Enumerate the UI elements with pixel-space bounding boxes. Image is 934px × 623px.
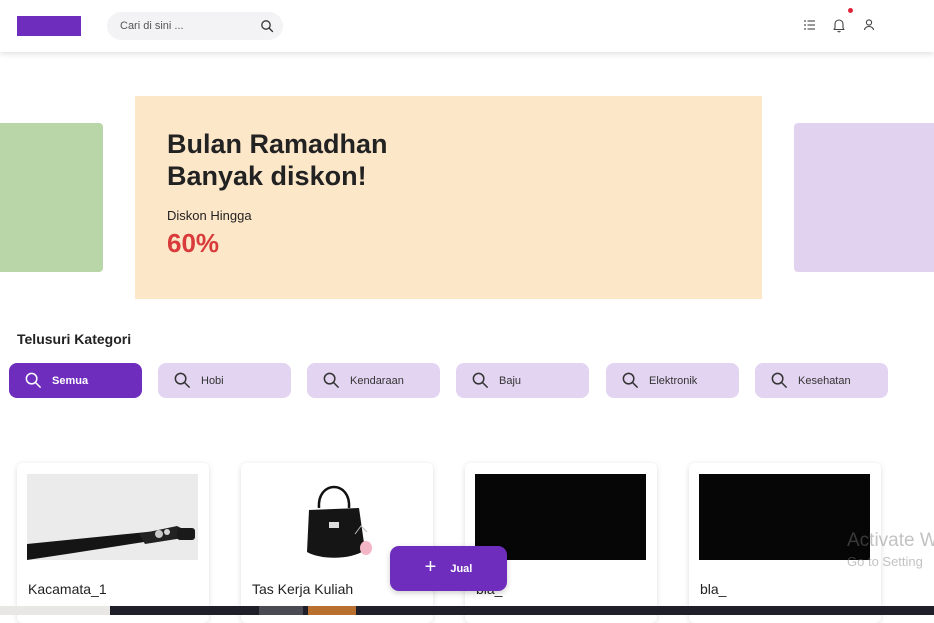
search-icon [174, 372, 190, 388]
sell-button[interactable]: + Jual [390, 546, 507, 591]
category-list: Semua Hobi Kendaraan Baju Elektronik Kes… [9, 363, 909, 399]
watermark-title: Activate W [847, 530, 934, 551]
product-card[interactable]: bla_ [465, 463, 657, 623]
category-label: Kendaraan [350, 374, 404, 387]
os-taskbar [0, 606, 934, 615]
sell-button-label: Jual [450, 562, 473, 575]
top-navbar [0, 0, 934, 52]
promo-banner[interactable]: Bulan Ramadhan Banyak diskon! Diskon Hing… [135, 96, 762, 299]
category-label: Baju [499, 374, 522, 387]
category-semua[interactable]: Semua [9, 363, 142, 398]
taskbar-item[interactable] [259, 606, 303, 615]
watermark-subtitle: Go to Setting [847, 554, 923, 569]
category-baju[interactable]: Baju [456, 363, 589, 398]
product-image-sunglasses[interactable] [27, 474, 198, 560]
category-label: Hobi [201, 374, 224, 387]
search-icon [25, 372, 41, 388]
discount-value: 60% [167, 228, 220, 258]
category-kesehatan[interactable]: Kesehatan [755, 363, 888, 398]
notification-dot [848, 8, 853, 13]
taskbar-item[interactable] [0, 606, 110, 615]
brand-logo[interactable] [17, 16, 81, 36]
search-input[interactable] [118, 19, 262, 33]
product-name: bla_ [700, 581, 727, 597]
list-icon[interactable] [802, 17, 818, 33]
product-card[interactable]: Tas Kerja Kuliah [241, 463, 433, 623]
search-icon[interactable] [260, 19, 274, 33]
product-card[interactable]: Kacamata_1 [17, 463, 209, 623]
product-image-placeholder[interactable] [699, 474, 870, 560]
search-icon [622, 372, 638, 388]
search-icon [472, 372, 488, 388]
plus-icon: + [424, 555, 437, 578]
category-label: Kesehatan [798, 374, 851, 387]
banner-title: Bulan Ramadhan Banyak diskon! [167, 129, 388, 191]
banner-subtitle: Diskon Hingga [167, 208, 252, 223]
activation-watermark: Activate W Go to Setting [847, 530, 934, 569]
bell-icon[interactable] [831, 17, 847, 33]
search-icon [771, 372, 787, 388]
taskbar-item[interactable] [308, 606, 356, 615]
categories-title: Telusuri Kategori [17, 331, 132, 347]
category-elektronik[interactable]: Elektronik [606, 363, 739, 398]
category-hobi[interactable]: Hobi [158, 363, 291, 398]
search-icon [323, 372, 339, 388]
search-bar[interactable] [107, 12, 283, 40]
user-icon[interactable] [861, 17, 877, 33]
category-label: Elektronik [649, 374, 698, 387]
category-kendaraan[interactable]: Kendaraan [307, 363, 440, 398]
carousel-prev-slide[interactable] [0, 123, 103, 272]
category-label: Semua [52, 374, 89, 387]
product-name: Kacamata_1 [28, 581, 107, 597]
carousel-next-slide[interactable] [794, 123, 934, 272]
product-name: Tas Kerja Kuliah [252, 581, 354, 597]
